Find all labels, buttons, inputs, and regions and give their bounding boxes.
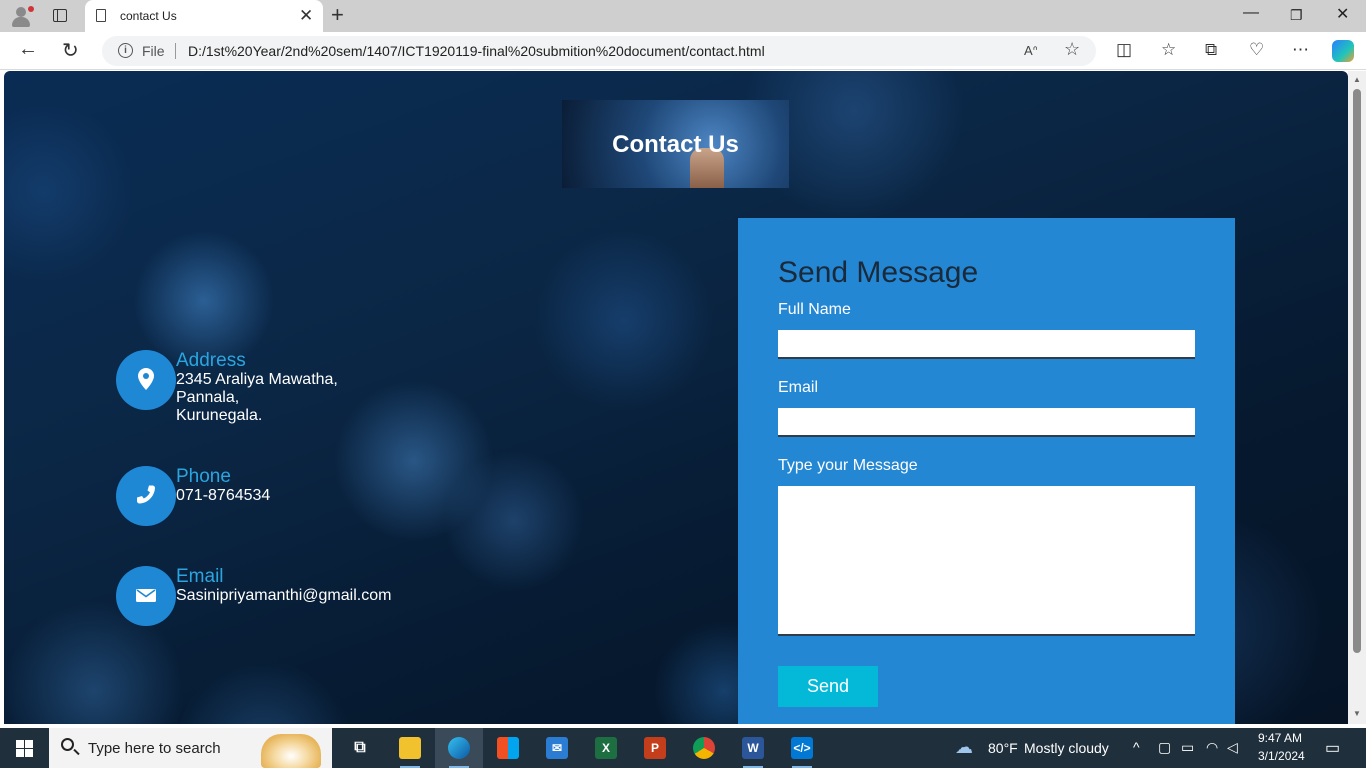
scroll-thumb[interactable] — [1353, 89, 1361, 653]
phone-title: Phone — [176, 466, 231, 487]
envelope-icon — [116, 566, 176, 626]
collections-icon[interactable]: ⧉ — [1205, 40, 1217, 60]
more-options-icon[interactable]: ⋯ — [1292, 40, 1309, 60]
email-title: Email — [176, 566, 224, 587]
scroll-down-icon[interactable]: ▼ — [1353, 709, 1361, 718]
volume-icon[interactable]: ◁ — [1227, 739, 1238, 756]
address-line-2: Pannala, — [176, 389, 240, 406]
url-scheme-label: File — [142, 43, 165, 59]
read-aloud-icon[interactable]: Aᐢ — [1024, 43, 1038, 59]
excel-icon[interactable]: X — [582, 728, 630, 768]
email-label: Email — [778, 379, 819, 396]
noodle-bowl-icon — [261, 734, 321, 768]
battery-icon[interactable]: ▭ — [1181, 739, 1194, 756]
document-icon — [96, 9, 106, 22]
tab-actions-icon[interactable] — [53, 9, 67, 22]
taskbar-search-box[interactable]: Type here to search — [49, 728, 332, 768]
new-tab-icon[interactable]: + — [331, 2, 344, 28]
close-window-icon[interactable]: ✕ — [1336, 4, 1349, 24]
file-explorer-icon[interactable] — [386, 728, 434, 768]
email-address: Sasinipriyamanthi@gmail.com — [176, 587, 392, 604]
browser-tab-bar: contact Us ✕ + — ❐ ✕ — [0, 0, 1366, 32]
address-line-1: 2345 Araliya Mawatha, — [176, 371, 338, 388]
tab-title: contact Us — [120, 9, 177, 23]
weather-description[interactable]: Mostly cloudy — [1024, 740, 1109, 756]
browser-toolbar: ← ↻ i File D:/1st%20Year/2nd%20sem/1407/… — [0, 32, 1366, 70]
copilot-icon[interactable] — [1332, 40, 1354, 62]
message-textarea[interactable] — [778, 486, 1195, 636]
split-screen-icon[interactable]: ◫ — [1116, 40, 1132, 60]
windows-start-icon[interactable] — [16, 740, 33, 757]
info-icon[interactable]: i — [118, 43, 133, 58]
microsoft-store-icon[interactable] — [484, 728, 532, 768]
search-placeholder: Type here to search — [88, 740, 221, 757]
address-line-3: Kurunegala. — [176, 407, 263, 424]
refresh-icon[interactable]: ↻ — [62, 38, 79, 63]
close-tab-icon[interactable]: ✕ — [299, 6, 313, 26]
back-icon[interactable]: ← — [18, 38, 38, 61]
show-hidden-icons-icon[interactable]: ^ — [1133, 739, 1140, 755]
edge-icon[interactable] — [435, 728, 483, 768]
page-scrollbar[interactable]: ▲ ▼ — [1348, 71, 1366, 724]
full-name-input[interactable] — [778, 330, 1195, 359]
weather-cloud-icon[interactable]: ☁ — [955, 737, 973, 758]
favorites-icon[interactable]: ☆ — [1161, 40, 1176, 60]
url-text[interactable]: D:/1st%20Year/2nd%20sem/1407/ICT1920119-… — [188, 43, 765, 59]
browser-essentials-icon[interactable]: ♡ — [1249, 40, 1264, 60]
page-viewport: Contact Us Address 2345 Araliya Mawatha,… — [4, 71, 1348, 724]
address-bar[interactable]: i File D:/1st%20Year/2nd%20sem/1407/ICT1… — [102, 36, 1096, 66]
chrome-icon[interactable] — [680, 728, 728, 768]
scroll-up-icon[interactable]: ▲ — [1353, 75, 1361, 84]
powerpoint-icon[interactable]: P — [631, 728, 679, 768]
browser-tab[interactable]: contact Us ✕ — [85, 0, 323, 32]
address-title: Address — [176, 350, 246, 371]
full-name-label: Full Name — [778, 301, 851, 318]
email-input[interactable] — [778, 408, 1195, 437]
message-label: Type your Message — [778, 457, 918, 474]
profile-avatar-icon[interactable] — [10, 5, 34, 27]
word-icon[interactable]: W — [729, 728, 777, 768]
clock-time[interactable]: 9:47 AM — [1258, 731, 1302, 745]
weather-temperature[interactable]: 80°F — [988, 740, 1018, 756]
url-separator — [175, 43, 176, 59]
mail-icon[interactable]: ✉ — [533, 728, 581, 768]
meet-now-icon[interactable]: ▢ — [1158, 739, 1171, 756]
task-view-icon[interactable]: ⧉ — [336, 728, 384, 768]
clock-date[interactable]: 3/1/2024 — [1258, 749, 1305, 763]
windows-taskbar: Type here to search ⧉ ✉ X P W </> ☁ 80°F… — [0, 728, 1366, 768]
phone-number: 071-8764534 — [176, 487, 271, 504]
wifi-icon[interactable]: ◠ — [1206, 739, 1218, 756]
page-title: Contact Us — [612, 131, 739, 158]
phone-icon — [116, 466, 176, 526]
send-message-panel: Send Message Full Name Email Type your M… — [738, 218, 1235, 724]
notifications-icon[interactable]: ▭ — [1325, 738, 1340, 758]
restore-icon[interactable]: ❐ — [1290, 7, 1303, 24]
header-banner: Contact Us — [562, 100, 789, 188]
minimize-icon[interactable]: — — [1243, 4, 1259, 22]
location-pin-icon — [116, 350, 176, 410]
search-icon — [61, 738, 74, 751]
vscode-icon[interactable]: </> — [778, 728, 826, 768]
send-button[interactable]: Send — [778, 666, 878, 707]
form-title: Send Message — [778, 256, 979, 289]
favorite-star-icon[interactable]: ☆ — [1064, 39, 1080, 60]
